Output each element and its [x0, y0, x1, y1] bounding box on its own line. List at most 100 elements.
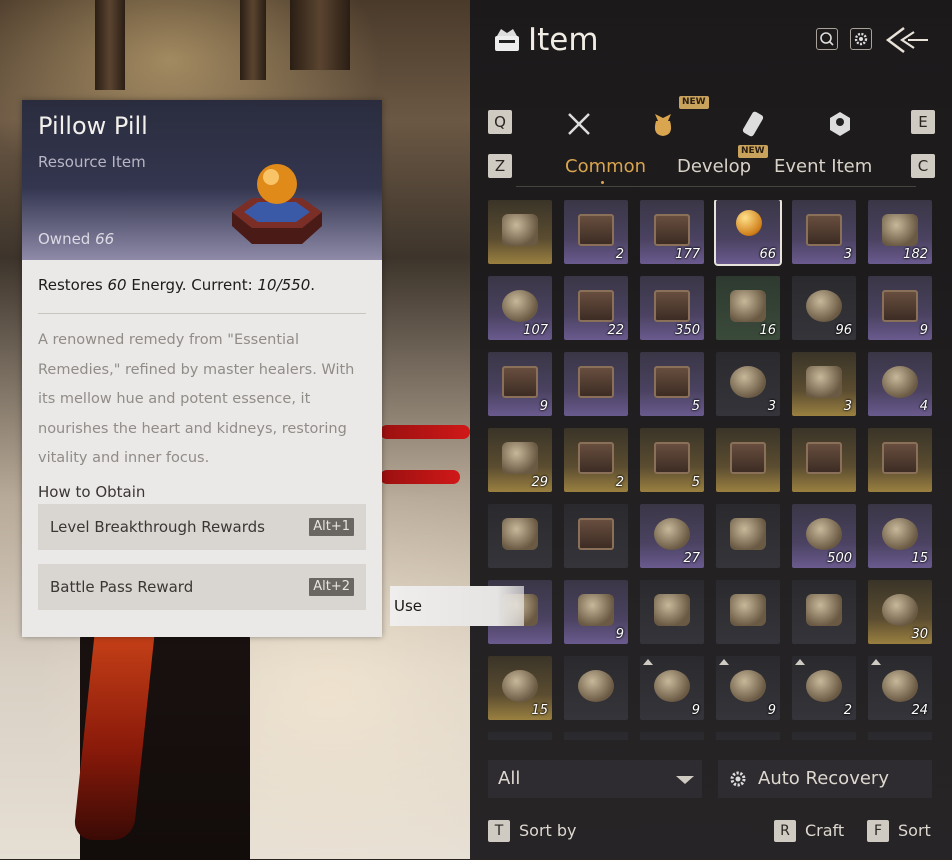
settings-button[interactable]: [850, 28, 872, 50]
tab-items[interactable]: [645, 106, 681, 142]
sort-by-button[interactable]: Sort by: [519, 820, 577, 842]
item-slot[interactable]: [564, 656, 628, 720]
upgrade-arrow-icon: [643, 659, 653, 665]
gold-lump-icon: [730, 290, 766, 322]
item-slot[interactable]: 2: [564, 428, 628, 492]
item-slot[interactable]: 96: [792, 276, 856, 340]
restore-mid: Energy. Current:: [131, 276, 253, 294]
item-slot[interactable]: 16: [716, 276, 780, 340]
red-streak: [380, 425, 470, 439]
item-box-icon: [495, 29, 519, 51]
item-slot[interactable]: 24: [868, 656, 932, 720]
item-slot[interactable]: 350: [640, 276, 704, 340]
item-count: 3: [843, 399, 852, 414]
item-slot[interactable]: [716, 504, 780, 568]
owned-label: Owned: [38, 230, 91, 248]
subtab-divider: [516, 186, 916, 187]
item-count: 9: [919, 323, 928, 338]
obtain-source-hotkey: Alt+2: [309, 578, 354, 596]
item-count: 5: [691, 475, 700, 490]
item-slot[interactable]: 3: [792, 352, 856, 416]
prev-subtab-key[interactable]: Z: [488, 154, 512, 178]
item-count: 3: [767, 399, 776, 414]
next-subtab-key[interactable]: C: [911, 154, 935, 178]
item-slot[interactable]: [716, 580, 780, 644]
sort-key[interactable]: F: [867, 820, 889, 842]
item-count: 9: [691, 703, 700, 718]
flute-icon: [806, 366, 842, 398]
prev-category-key[interactable]: Q: [488, 110, 512, 134]
obtain-source-battle-pass[interactable]: Battle Pass Reward Alt+2: [38, 564, 366, 610]
item-slot[interactable]: 15: [868, 504, 932, 568]
item-slot[interactable]: [564, 504, 628, 568]
tab-tokens[interactable]: [822, 106, 858, 142]
item-slot[interactable]: 2: [792, 656, 856, 720]
item-slot[interactable]: 9: [716, 656, 780, 720]
gear-icon: [854, 32, 868, 46]
item-slot[interactable]: 5: [640, 352, 704, 416]
item-slot[interactable]: 9: [868, 276, 932, 340]
tab-weapons[interactable]: [561, 106, 597, 142]
item-slot[interactable]: 27: [640, 504, 704, 568]
chest-icon: [654, 442, 690, 474]
item-slot[interactable]: [640, 580, 704, 644]
item-slot[interactable]: 3: [716, 352, 780, 416]
tab-develop[interactable]: Develop: [677, 156, 751, 177]
item-slot[interactable]: 500: [792, 504, 856, 568]
obtain-source-hotkey: Alt+1: [309, 518, 354, 536]
item-slot[interactable]: [716, 732, 780, 740]
item-slot[interactable]: [792, 580, 856, 644]
item-slot[interactable]: [488, 504, 552, 568]
obtain-source-level-breakthrough[interactable]: Level Breakthrough Rewards Alt+1: [38, 504, 366, 550]
item-count: 177: [675, 247, 700, 262]
item-slot[interactable]: 2: [564, 200, 628, 264]
item-slot[interactable]: [868, 428, 932, 492]
filter-dropdown[interactable]: All: [488, 760, 702, 798]
item-slot[interactable]: 66: [714, 200, 782, 266]
chest-icon: [578, 214, 614, 246]
sort-button[interactable]: Sort: [898, 820, 931, 842]
item-slot[interactable]: [716, 428, 780, 492]
item-slot[interactable]: 9: [640, 656, 704, 720]
item-slot[interactable]: 5: [640, 428, 704, 492]
item-slot[interactable]: [640, 732, 704, 740]
item-slot[interactable]: 3: [792, 200, 856, 264]
craft-key[interactable]: R: [774, 820, 796, 842]
item-slot[interactable]: 15: [488, 656, 552, 720]
item-slot[interactable]: 22: [564, 276, 628, 340]
tab-scrolls[interactable]: [735, 106, 771, 142]
tab-common[interactable]: Common: [565, 156, 646, 177]
item-slot[interactable]: 4: [868, 352, 932, 416]
item-slot[interactable]: [792, 428, 856, 492]
item-slot[interactable]: [868, 732, 932, 740]
round-icon: [806, 518, 842, 550]
jar-icon: [882, 366, 918, 398]
item-slot[interactable]: [488, 200, 552, 264]
item-slot[interactable]: 107: [488, 276, 552, 340]
item-slot[interactable]: 9: [564, 580, 628, 644]
search-button[interactable]: [816, 28, 838, 50]
item-slot[interactable]: 177: [640, 200, 704, 264]
item-count: 16: [759, 323, 776, 338]
round-icon: [882, 518, 918, 550]
fan-icon: [730, 518, 766, 550]
item-slot[interactable]: 9: [488, 352, 552, 416]
item-count: 2: [843, 703, 852, 718]
item-slot[interactable]: [792, 732, 856, 740]
item-count: 30: [911, 627, 928, 642]
item-slot[interactable]: [564, 352, 628, 416]
use-button[interactable]: Use: [390, 586, 524, 626]
item-type: Resource Item: [38, 153, 146, 171]
item-slot[interactable]: [488, 732, 552, 740]
sort-by-key[interactable]: T: [488, 820, 510, 842]
item-slot[interactable]: 29: [488, 428, 552, 492]
item-slot[interactable]: 182: [868, 200, 932, 264]
auto-recovery-button[interactable]: Auto Recovery: [718, 760, 932, 798]
back-button[interactable]: [884, 24, 930, 56]
gold-lump-icon: [654, 594, 690, 626]
tab-event-item[interactable]: Event Item: [774, 156, 872, 177]
item-slot[interactable]: [564, 732, 628, 740]
item-slot[interactable]: 30: [868, 580, 932, 644]
next-category-key[interactable]: E: [911, 110, 935, 134]
craft-button[interactable]: Craft: [805, 820, 844, 842]
